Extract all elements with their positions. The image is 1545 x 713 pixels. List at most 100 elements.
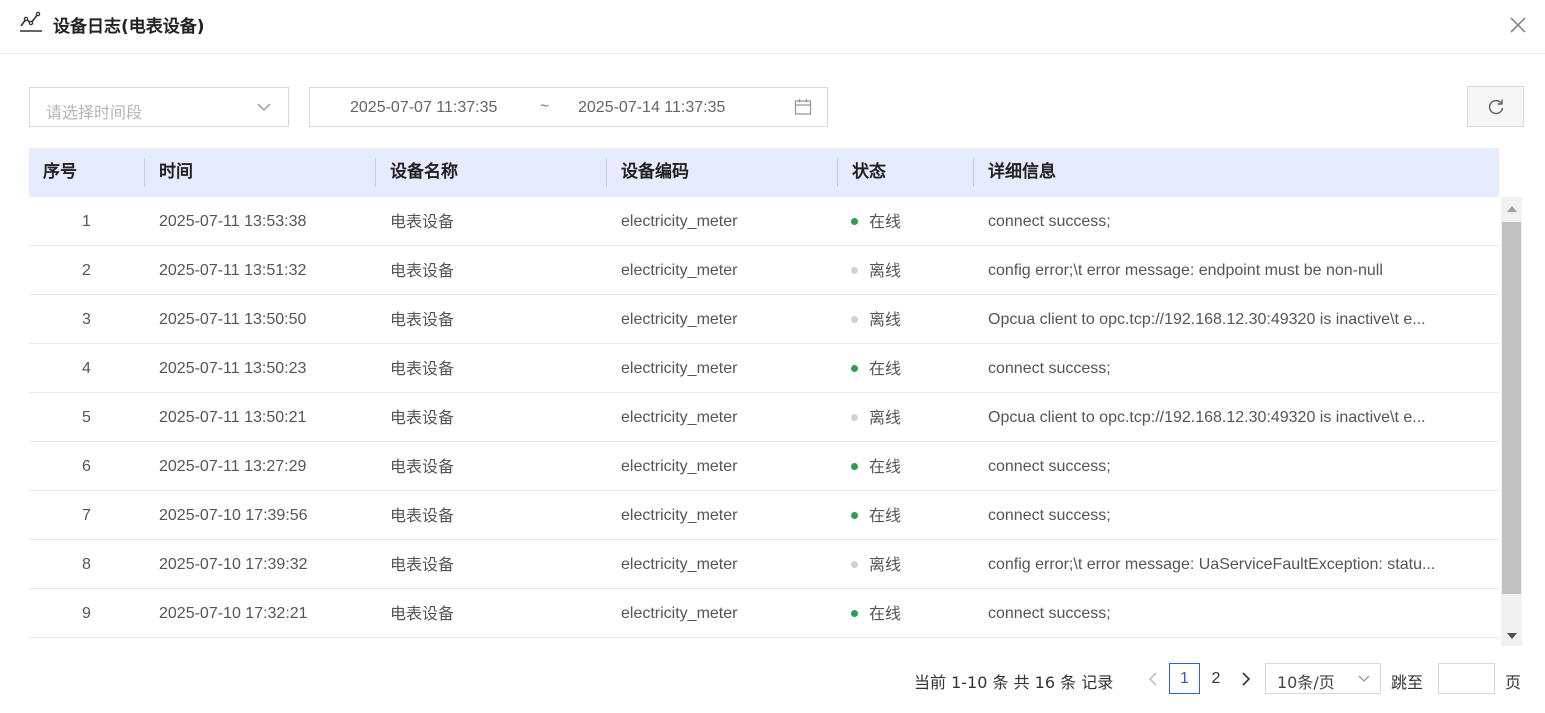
row-detail: Opcua client to opc.tcp://192.168.12.30:…	[988, 409, 1426, 426]
table-row[interactable]: 1 2025-07-11 13:53:38 电表设备 electricity_m…	[29, 197, 1499, 246]
row-status: 离线	[851, 540, 971, 589]
status-dot	[851, 218, 858, 225]
row-device-name: 电表设备	[390, 555, 455, 574]
status-dot	[851, 561, 858, 568]
scroll-up-arrow-icon[interactable]	[1501, 197, 1522, 221]
refresh-icon	[1488, 99, 1503, 114]
date-range-picker[interactable]: 2025-07-07 11:37:35 ~ 2025-07-14 11:37:3…	[309, 87, 828, 127]
row-time: 2025-07-11 13:50:23	[159, 360, 307, 377]
row-status: 离线	[851, 246, 971, 295]
status-label: 离线	[869, 261, 902, 280]
range-end-input[interactable]: 2025-07-14 11:37:35	[578, 99, 725, 117]
page-button-1[interactable]: 1	[1169, 663, 1200, 694]
status-label: 在线	[869, 457, 902, 476]
status-dot	[851, 316, 858, 323]
row-time: 2025-07-11 13:50:21	[159, 409, 307, 426]
refresh-button[interactable]	[1467, 86, 1524, 127]
chevron-left-icon[interactable]	[1145, 669, 1161, 689]
row-index: 1	[82, 213, 91, 230]
row-device-name: 电表设备	[390, 261, 455, 280]
row-device-name: 电表设备	[390, 457, 455, 476]
row-time: 2025-07-10 17:39:56	[159, 507, 308, 524]
time-period-placeholder: 请选择时间段	[46, 103, 143, 122]
table-header: 序号 时间 设备名称 设备编码 状态 详细信息	[29, 148, 1499, 197]
table-row[interactable]: 9 2025-07-10 17:32:21 电表设备 electricity_m…	[29, 589, 1499, 638]
table-scrollbar[interactable]	[1501, 197, 1522, 646]
row-time: 2025-07-11 13:27:29	[159, 458, 307, 475]
scrollbar-thumb[interactable]	[1502, 222, 1521, 594]
dialog-title: 设备日志(电表设备)	[53, 17, 205, 37]
row-device-name: 电表设备	[390, 310, 455, 329]
table-row[interactable]: 5 2025-07-11 13:50:21 电表设备 electricity_m…	[29, 393, 1499, 442]
status-dot	[851, 610, 858, 617]
row-device-code: electricity_meter	[621, 311, 738, 328]
range-separator: ~	[540, 98, 550, 115]
table-row[interactable]: 7 2025-07-10 17:39:56 电表设备 electricity_m…	[29, 491, 1499, 540]
row-device-code: electricity_meter	[621, 262, 738, 279]
row-index: 7	[82, 507, 91, 524]
table-row[interactable]: 3 2025-07-11 13:50:50 电表设备 electricity_m…	[29, 295, 1499, 344]
row-device-code: electricity_meter	[621, 458, 738, 475]
row-index: 3	[82, 311, 91, 328]
table-body: 1 2025-07-11 13:53:38 电表设备 electricity_m…	[29, 197, 1499, 640]
chevron-right-icon[interactable]	[1238, 669, 1254, 689]
row-detail: connect success;	[988, 605, 1111, 622]
table-row[interactable]: 6 2025-07-11 13:27:29 电表设备 electricity_m…	[29, 442, 1499, 491]
row-index: 9	[82, 605, 91, 622]
line-chart-icon	[20, 11, 42, 32]
row-status: 在线	[851, 442, 971, 491]
row-detail: Opcua client to opc.tcp://192.168.12.30:…	[988, 311, 1426, 328]
column-header-status: 状态	[852, 162, 886, 182]
column-divider	[375, 158, 376, 187]
row-time: 2025-07-11 13:51:32	[159, 262, 307, 279]
row-device-code: electricity_meter	[621, 605, 738, 622]
jump-label: 跳至	[1391, 673, 1424, 692]
dialog-header: 设备日志(电表设备)	[0, 0, 1545, 54]
row-device-name: 电表设备	[390, 212, 455, 231]
row-device-code: electricity_meter	[621, 360, 738, 377]
row-status: 在线	[851, 491, 971, 540]
row-device-name: 电表设备	[390, 408, 455, 427]
chevron-down-icon	[1358, 675, 1370, 682]
row-status: 在线	[851, 344, 971, 393]
page-button-2[interactable]: 2	[1205, 663, 1227, 694]
column-divider	[144, 158, 145, 187]
row-device-name: 电表设备	[390, 506, 455, 525]
scroll-down-arrow-icon[interactable]	[1501, 626, 1522, 646]
pagination-summary: 当前 1-10 条 共 16 条 记录	[914, 673, 1114, 692]
column-header-time: 时间	[159, 162, 193, 182]
close-icon[interactable]	[1507, 14, 1529, 36]
jump-page-input[interactable]	[1438, 663, 1495, 694]
row-detail: config error;\t error message: UaService…	[988, 556, 1436, 573]
column-header-detail: 详细信息	[988, 162, 1056, 182]
status-label: 在线	[869, 506, 902, 525]
status-dot	[851, 414, 858, 421]
table-row[interactable]: 2 2025-07-11 13:51:32 电表设备 electricity_m…	[29, 246, 1499, 295]
status-dot	[851, 463, 858, 470]
status-label: 离线	[869, 408, 902, 427]
status-dot	[851, 512, 858, 519]
status-label: 在线	[869, 212, 902, 231]
column-divider	[973, 158, 974, 187]
row-time: 2025-07-11 13:50:50	[159, 311, 307, 328]
status-dot	[851, 267, 858, 274]
row-index: 8	[82, 556, 91, 573]
time-period-select[interactable]: 请选择时间段	[29, 87, 289, 127]
row-device-code: electricity_meter	[621, 507, 738, 524]
row-device-code: electricity_meter	[621, 556, 738, 573]
row-index: 4	[82, 360, 91, 377]
row-device-name: 电表设备	[390, 604, 455, 623]
row-detail: connect success;	[988, 213, 1111, 230]
column-header-device-code: 设备编码	[621, 162, 689, 182]
row-time: 2025-07-11 13:53:38	[159, 213, 307, 230]
table-row[interactable]: 8 2025-07-10 17:39:32 电表设备 electricity_m…	[29, 540, 1499, 589]
table-row[interactable]: 4 2025-07-11 13:50:23 电表设备 electricity_m…	[29, 344, 1499, 393]
row-detail: connect success;	[988, 458, 1111, 475]
status-label: 在线	[869, 604, 902, 623]
range-start-input[interactable]: 2025-07-07 11:37:35	[350, 99, 497, 117]
column-header-device-name: 设备名称	[390, 162, 458, 182]
page-size-select[interactable]: 10条/页	[1265, 663, 1381, 694]
row-index: 5	[82, 409, 91, 426]
page-size-label: 10条/页	[1277, 673, 1335, 692]
chevron-down-icon	[257, 103, 271, 111]
